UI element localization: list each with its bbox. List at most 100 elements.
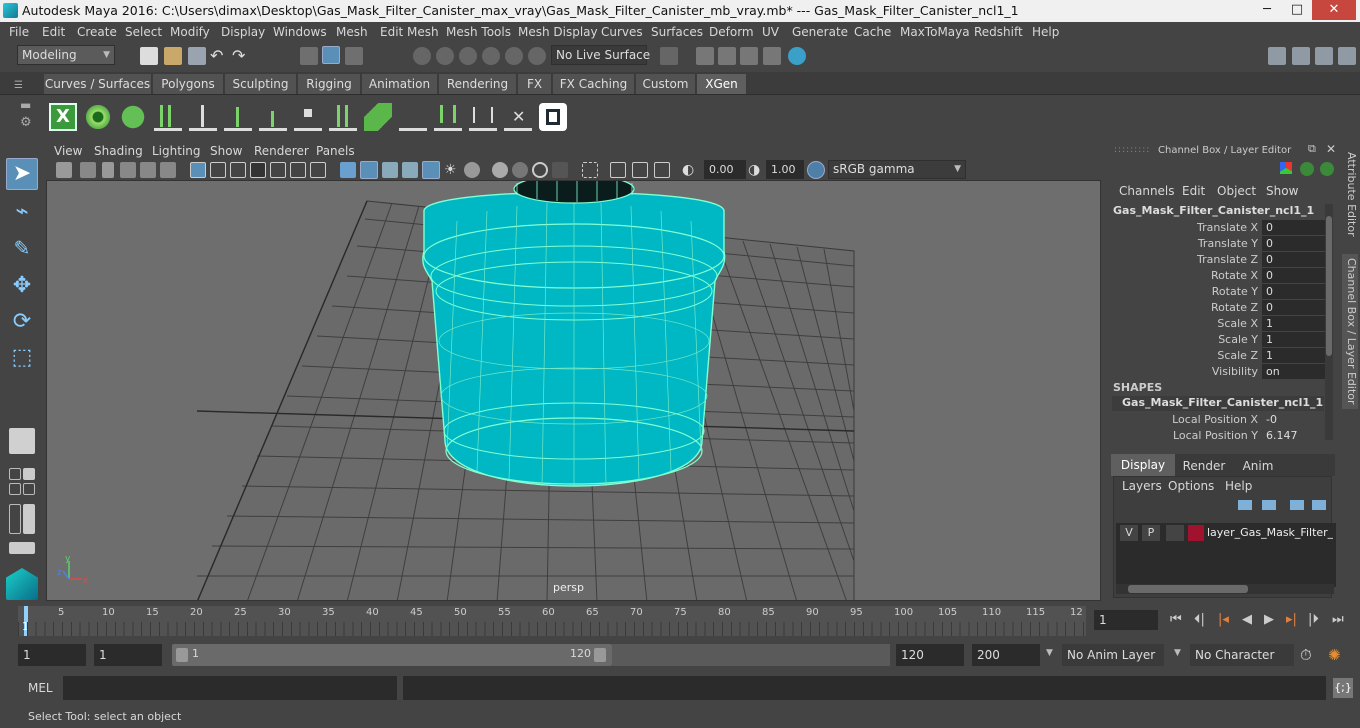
xgen-cube-icon[interactable] [539,103,567,131]
open-scene-icon[interactable] [164,47,182,65]
new-empty-layer-icon[interactable] [1290,500,1304,510]
paint-select-tool-icon[interactable]: ✎ [6,232,38,264]
xgen-grooming-icon[interactable] [399,103,427,131]
attr-scale-z-field[interactable]: 1 [1262,348,1326,363]
gamma-icon[interactable]: ◑ [748,162,764,178]
maximize-button[interactable]: □ [1282,0,1312,20]
bookmark-icon[interactable] [102,162,114,178]
attr-translate-x-field[interactable]: 0 [1262,220,1326,235]
new-layer-down-icon[interactable] [1262,500,1276,510]
xgen-cut-icon[interactable] [469,103,497,131]
animation-end-field[interactable]: 200 [972,644,1040,666]
attr-scale-z-label[interactable]: Scale Z [1217,349,1258,362]
shadows-icon[interactable]: ☀ [444,162,460,178]
layer-tab-render[interactable]: Render [1176,456,1232,476]
menu-create[interactable]: Create [77,25,117,39]
playback-start-field[interactable]: 1 [94,644,162,666]
use-all-lights-icon[interactable] [422,161,440,179]
layout-persp-icon[interactable] [23,468,35,480]
snap-live-icon[interactable] [528,47,546,65]
viewport-menu-show[interactable]: Show [210,144,242,158]
shape-local-pos-x-label[interactable]: Local Position X [1172,413,1258,426]
xgen-hide-icon[interactable] [119,103,147,131]
layer-reference-toggle[interactable] [1166,525,1184,541]
anim-preferences-icon[interactable]: ✺ [1328,646,1348,664]
layout-outliner-icon[interactable] [9,504,21,534]
shape-name[interactable]: Gas_Mask_Filter_Canister_ncl1_1Shape [1112,396,1324,411]
menu-deform[interactable]: Deform [709,25,754,39]
snap-surface-icon[interactable] [505,47,523,65]
channel-box-tab[interactable]: Channel Box / Layer Editor [1342,254,1358,409]
viewport-menu-shading[interactable]: Shading [94,144,143,158]
snap-curve-icon[interactable] [436,47,454,65]
resolution-gate-icon[interactable] [230,162,246,178]
menu-mesh-tools[interactable]: Mesh Tools [446,25,511,39]
mode-dropdown[interactable]: Modeling ▼ [17,45,115,65]
auto-key-icon[interactable]: ⏱ [1300,646,1318,664]
xgen-guide-visibility-icon[interactable] [259,103,287,131]
viewport-menu-view[interactable]: View [54,144,82,158]
save-scene-icon[interactable] [188,47,206,65]
attr-rotate-y-field[interactable]: 0 [1262,284,1326,299]
menu-surfaces[interactable]: Surfaces [651,25,703,39]
manipulator-icon[interactable] [1280,162,1292,174]
attr-rotate-x-label[interactable]: Rotate X [1211,269,1258,282]
persp-viewport[interactable]: y x z persp [46,180,1101,601]
field-chart-icon[interactable] [270,162,286,178]
character-set-dropdown[interactable]: No Character Set [1190,644,1294,684]
shelf-tab-rigging[interactable]: Rigging [298,74,361,94]
attr-translate-z-label[interactable]: Translate Z [1197,253,1258,266]
menu-maxtomaya[interactable]: MaxToMaya [900,25,970,39]
motion-blur-icon[interactable] [492,162,508,178]
attr-scale-x-field[interactable]: 1 [1262,316,1326,331]
minimize-button[interactable]: ─ [1252,0,1282,20]
menu-display[interactable]: Display [221,25,265,39]
color-space-dropdown[interactable]: sRGB gamma ▼ [828,160,966,179]
step-back-key-icon[interactable]: |◂ [1218,612,1229,627]
animation-start-field[interactable]: 1 [18,644,86,666]
xray-joints-icon[interactable] [610,162,626,178]
range-slider[interactable]: 1 120 [172,644,612,666]
redo-icon[interactable]: ↷ [232,47,250,65]
shape-local-pos-y-label[interactable]: Local Position Y [1173,429,1258,442]
attr-scale-x-label[interactable]: Scale X [1217,317,1258,330]
menu-help[interactable]: Help [1032,25,1059,39]
select-tool-icon[interactable]: ➤ [6,158,38,190]
attr-translate-y-label[interactable]: Translate Y [1198,237,1258,250]
play-backward-icon[interactable]: ◀ [1242,612,1252,627]
camera-attributes-icon[interactable] [80,162,96,178]
shelf-tab-xgen[interactable]: XGen [697,74,747,94]
menu-generate[interactable]: Generate [792,25,848,39]
render-current-icon[interactable] [718,47,736,65]
menu-mesh-display[interactable]: Mesh Display [518,25,598,39]
move-tool-icon[interactable]: ✥ [6,270,38,302]
attr-rotate-y-label[interactable]: Rotate Y [1212,285,1258,298]
scale-tool-icon[interactable]: ⬚ [6,342,38,374]
step-forward-key-icon[interactable]: ▸| [1286,612,1297,627]
close-button[interactable]: ✕ [1312,0,1356,20]
grease-pencil-icon[interactable] [160,162,176,178]
layout-side-icon[interactable] [9,483,21,495]
viewport-menu-lighting[interactable]: Lighting [152,144,201,158]
gate-mask-icon[interactable] [250,162,266,178]
layer-menu-help[interactable]: Help [1225,479,1252,493]
layout-top-icon[interactable] [23,483,35,495]
menu-mesh[interactable]: Mesh [336,25,368,39]
layer-tab-display[interactable]: Display [1111,454,1175,476]
range-start-handle[interactable] [176,648,188,662]
layout-graph-icon[interactable] [23,504,35,534]
color-management-icon[interactable] [807,161,825,179]
shelf-tab-fx[interactable]: FX [518,74,552,94]
mel-input[interactable] [63,676,397,700]
attr-translate-z-field[interactable]: 0 [1262,252,1326,267]
menu-uv[interactable]: UV [762,25,779,39]
object-name[interactable]: Gas_Mask_Filter_Canister_ncl1_1 [1113,204,1314,217]
menu-windows[interactable]: Windows [273,25,327,39]
menu-file[interactable]: File [9,25,29,39]
xgen-delete-guide-icon[interactable]: ✕ [504,103,532,131]
xgen-lock-icon[interactable] [294,103,322,131]
layer-name[interactable]: layer_Gas_Mask_Filter_Ca [1207,526,1333,539]
shelf-tab-fx-caching[interactable]: FX Caching [553,74,635,94]
xgen-insert-guide-icon[interactable] [224,103,252,131]
new-scene-icon[interactable] [140,47,158,65]
